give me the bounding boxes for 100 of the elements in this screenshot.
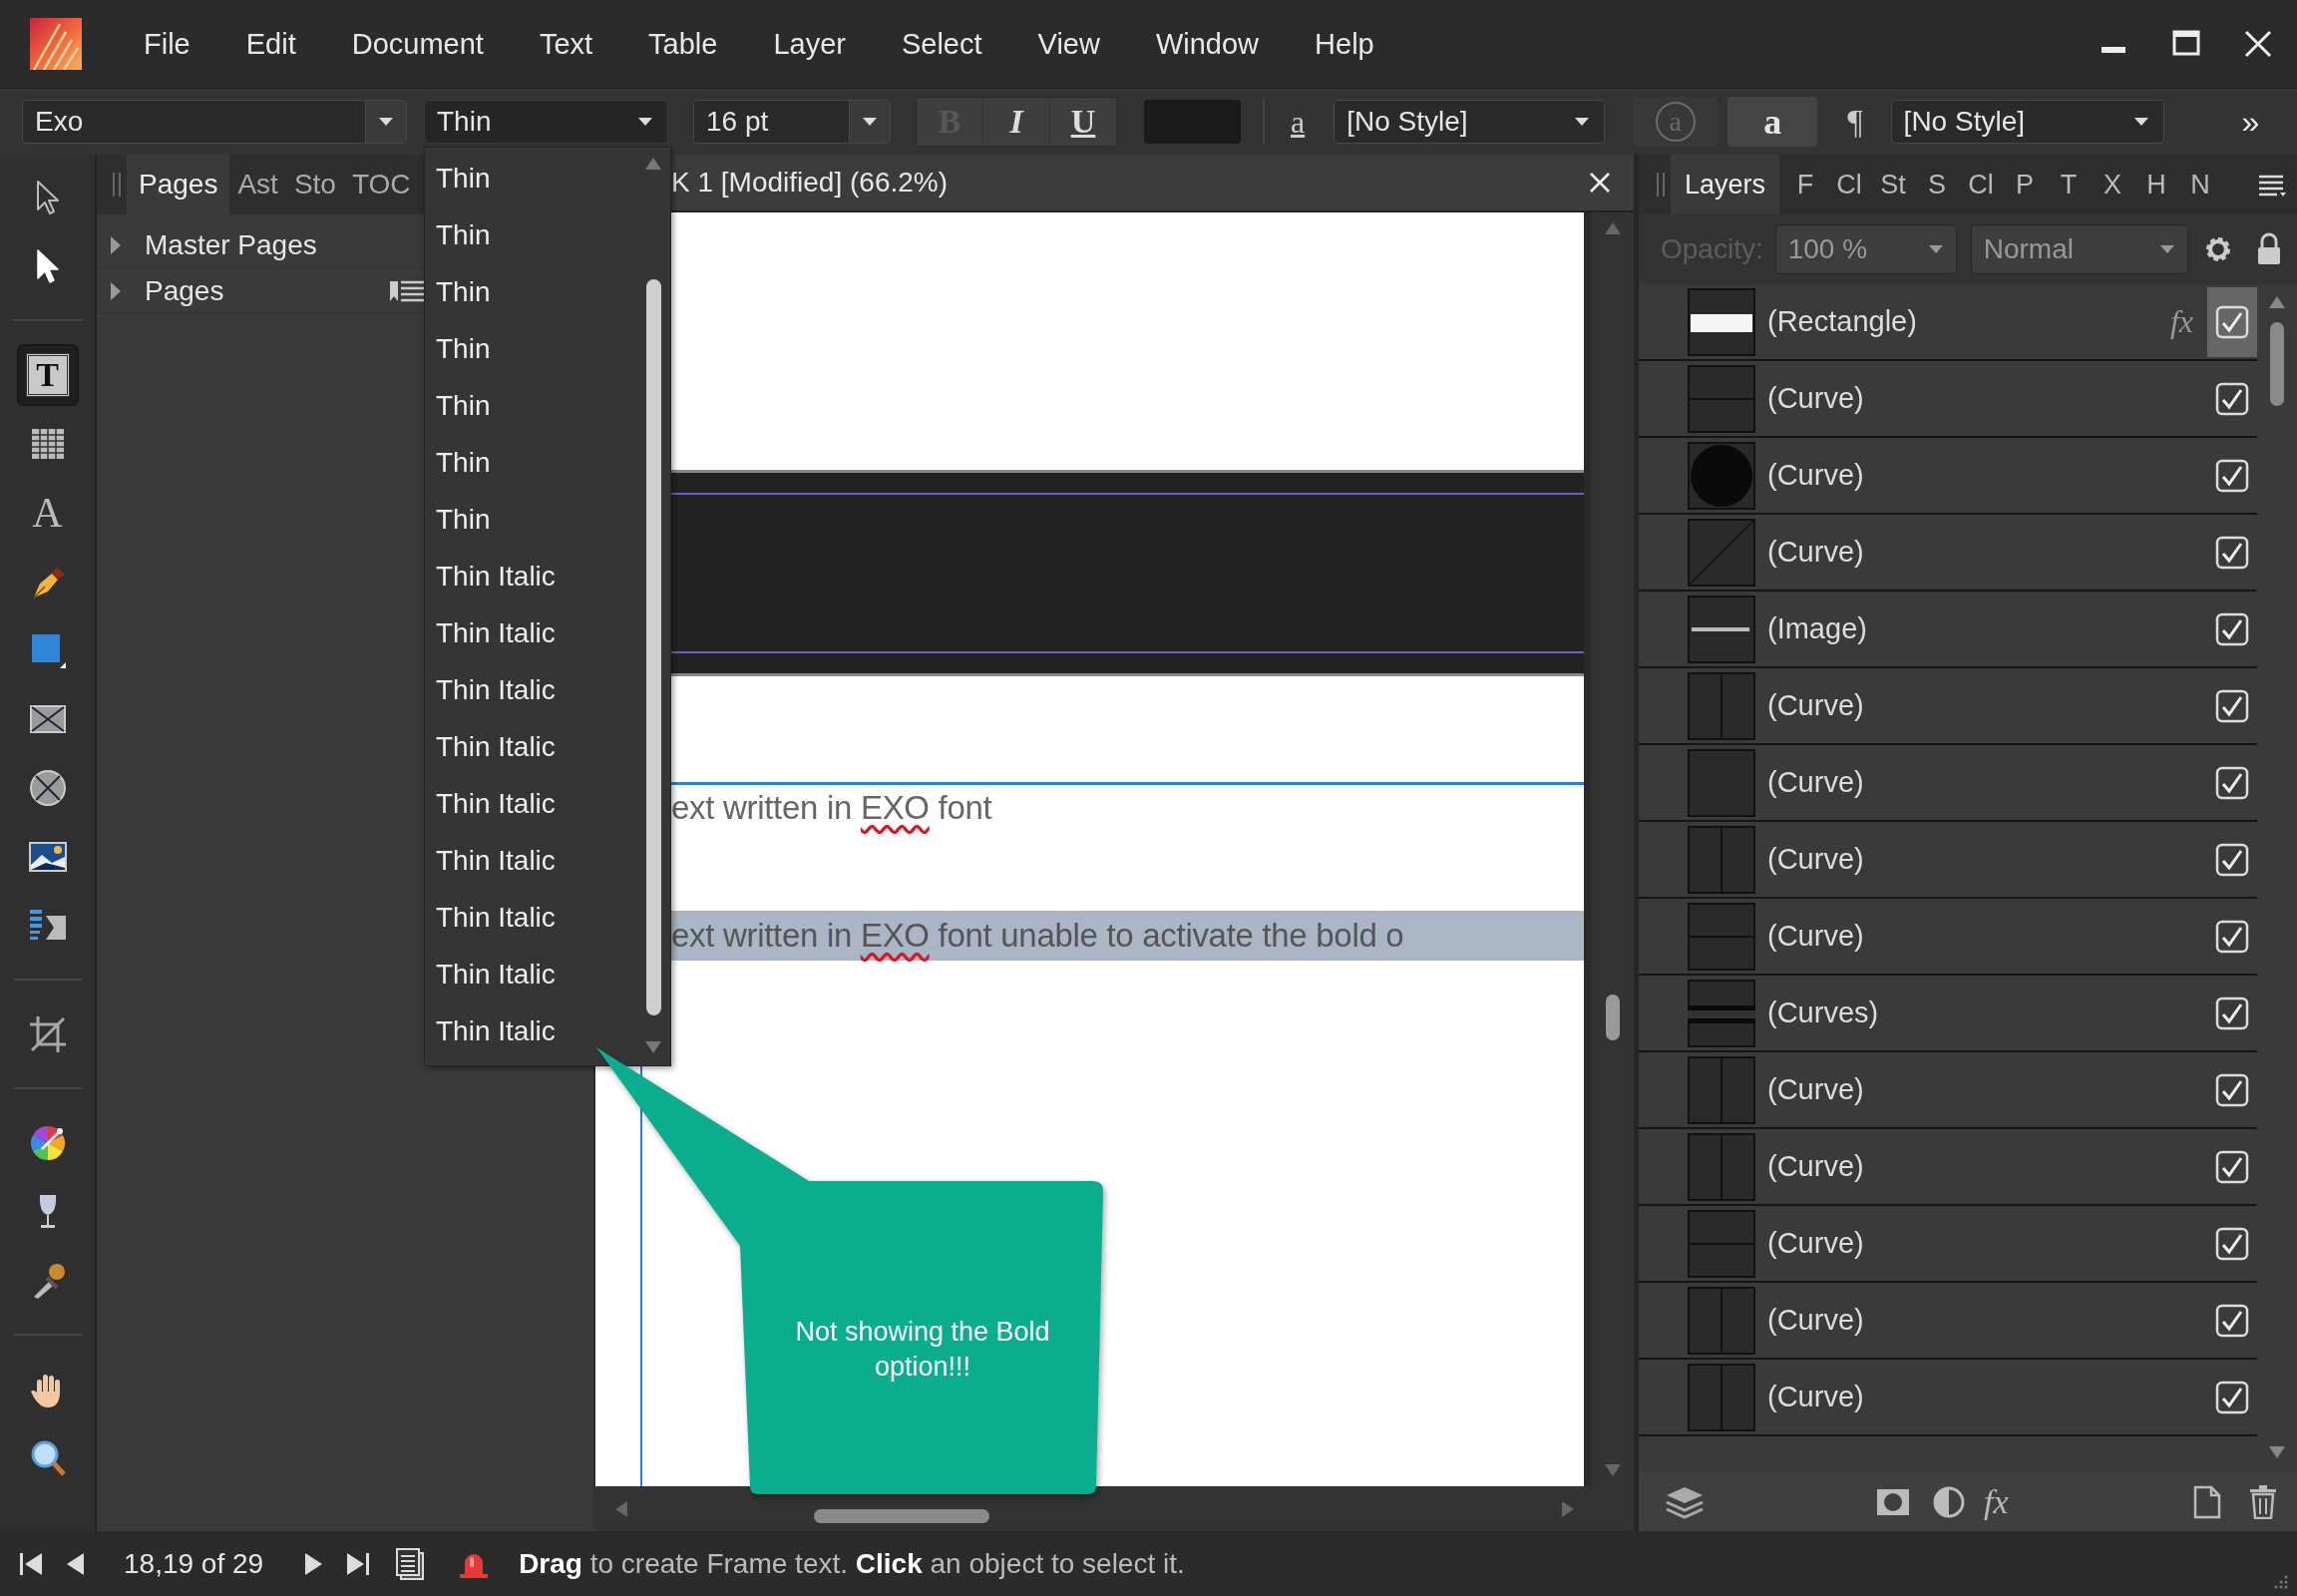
panel-tab[interactable]: Cl (1959, 155, 2004, 214)
opacity-dropdown[interactable]: 100 % (1774, 224, 1957, 274)
character-style-button[interactable]: a (1291, 103, 1306, 141)
menu-item[interactable]: Layer (773, 27, 846, 61)
visibility-checkbox[interactable] (2215, 381, 2249, 416)
panel-tab[interactable]: Pages (127, 155, 230, 214)
dropdown-option[interactable]: Thin (425, 320, 636, 377)
paragraph-style-button[interactable]: ¶ (1847, 103, 1863, 141)
scroll-up-icon[interactable] (2267, 294, 2287, 310)
effects-button[interactable]: fx (1984, 1482, 2009, 1521)
menu-item[interactable]: Help (1315, 27, 1374, 61)
frame-text-tool[interactable]: T (16, 343, 79, 406)
visibility-checkbox[interactable] (2215, 842, 2249, 877)
blend-mode-dropdown[interactable]: Normal (1970, 224, 2188, 274)
scroll-down-icon[interactable] (643, 1039, 663, 1055)
menu-item[interactable]: Text (539, 27, 593, 61)
visibility-checkbox[interactable] (2215, 765, 2249, 800)
panel-tab[interactable]: Layers (1671, 155, 1780, 214)
dropdown-option[interactable]: Thin Italic (425, 889, 636, 946)
text-color-swatch[interactable] (1144, 100, 1241, 144)
menu-item[interactable]: View (1037, 27, 1100, 61)
trash-icon[interactable] (2249, 1484, 2277, 1519)
section-label[interactable]: Master Pages (145, 228, 317, 261)
layer-name[interactable]: (Curve) (1767, 1381, 1864, 1413)
layer-name[interactable]: (Image) (1767, 612, 1867, 645)
layer-name[interactable]: (Curve) (1767, 1227, 1864, 1260)
visibility-checkbox[interactable] (2215, 1303, 2249, 1338)
visibility-checkbox[interactable] (2215, 996, 2249, 1030)
artistic-text-tool[interactable]: A (16, 481, 79, 544)
dropdown-option[interactable]: Thin Italic (425, 832, 636, 889)
font-size-field[interactable]: 16 pt (693, 100, 891, 144)
new-page-icon[interactable] (2193, 1484, 2221, 1519)
visibility-checkbox[interactable] (2215, 1380, 2249, 1414)
page-spread-icon[interactable] (395, 1546, 426, 1581)
scrollbar-thumb[interactable] (814, 1509, 989, 1523)
text-style-button[interactable]: a (1727, 97, 1818, 147)
layer-name[interactable]: (Curve) (1767, 920, 1864, 953)
menu-item[interactable]: Edit (245, 27, 296, 61)
scrollbar-thumb[interactable] (2270, 322, 2284, 406)
visibility-checkbox[interactable] (2215, 1072, 2249, 1107)
paragraph-style-dropdown[interactable]: [No Style] (1890, 100, 2164, 144)
visibility-checkbox[interactable] (2215, 1226, 2249, 1261)
character-style-dropdown[interactable]: [No Style] (1334, 100, 1606, 144)
scrollbar-thumb[interactable] (1605, 995, 1620, 1040)
dropdown-option[interactable]: Thin (425, 491, 636, 548)
menu-item[interactable]: File (144, 27, 191, 61)
layer-name[interactable]: (Curve) (1767, 689, 1864, 722)
dropdown-option[interactable]: Thin Italic (425, 718, 636, 775)
panel-tab[interactable]: Cl (1827, 155, 1872, 214)
dropdown-option[interactable]: Thin (425, 206, 636, 263)
panel-tab[interactable]: St (1871, 155, 1916, 214)
dropdown-option[interactable]: Thin (425, 150, 636, 206)
visibility-checkbox[interactable] (2215, 1149, 2249, 1184)
panel-tab[interactable]: T (2047, 155, 2092, 214)
layer-name[interactable]: (Curve) (1767, 536, 1864, 569)
panel-tab[interactable]: Ast (229, 155, 286, 214)
visibility-checkbox[interactable] (2215, 611, 2249, 646)
dropdown-option[interactable]: Thin Italic (425, 946, 636, 1002)
dropdown-option[interactable]: Thin Italic (425, 548, 636, 604)
visibility-checkbox[interactable] (2215, 535, 2249, 570)
panel-tab[interactable]: X (2091, 155, 2135, 214)
menu-item[interactable]: Window (1155, 27, 1260, 61)
visibility-checkbox[interactable] (2215, 304, 2249, 339)
panel-tab[interactable]: S (1915, 155, 1960, 214)
visibility-checkbox[interactable] (2215, 688, 2249, 723)
panel-tab[interactable]: P (2003, 155, 2048, 214)
lock-icon[interactable] (2255, 232, 2282, 266)
overflow-button[interactable]: » (2241, 103, 2260, 141)
menu-item[interactable]: Document (351, 27, 484, 61)
adjustment-icon[interactable] (1932, 1484, 1966, 1519)
last-page-icon[interactable] (345, 1550, 372, 1577)
layer-name[interactable]: (Curves) (1767, 997, 1879, 1029)
scrollbar-thumb[interactable] (645, 279, 661, 1015)
panel-tab[interactable]: N (2178, 155, 2223, 214)
font-family-field[interactable]: Exo (22, 100, 407, 144)
layer-name[interactable]: (Curve) (1767, 382, 1864, 415)
layer-name[interactable]: (Curve) (1767, 1150, 1864, 1183)
dropdown-option[interactable]: Thin Italic (425, 1002, 636, 1059)
section-label[interactable]: Pages (145, 274, 224, 307)
font-weight-field[interactable]: Thin (424, 100, 668, 144)
dropdown-option[interactable]: Thin Italic (425, 661, 636, 718)
dropdown-option[interactable]: Thin (425, 263, 636, 320)
layer-name[interactable]: (Curve) (1767, 766, 1864, 799)
panel-tab[interactable]: TOC (343, 155, 419, 214)
layer-name[interactable]: (Curve) (1767, 843, 1864, 876)
panel-tab[interactable]: Sto (285, 155, 344, 214)
dropdown-option[interactable]: Thin Italic (425, 604, 636, 661)
format-button[interactable]: U (1050, 98, 1117, 146)
menu-item[interactable]: Select (901, 27, 982, 61)
layer-name[interactable]: (Curve) (1767, 1073, 1864, 1106)
visibility-checkbox[interactable] (2215, 919, 2249, 954)
menu-item[interactable]: Table (648, 27, 718, 61)
layers-icon[interactable] (1665, 1484, 1705, 1519)
layer-name[interactable]: (Rectangle) (1767, 305, 1917, 338)
panel-tab[interactable]: F (1783, 155, 1828, 214)
first-page-icon[interactable] (18, 1550, 44, 1577)
scroll-down-icon[interactable] (2267, 1444, 2287, 1460)
layer-name[interactable]: (Curve) (1767, 1304, 1864, 1337)
panel-tab[interactable]: H (2134, 155, 2179, 214)
visibility-checkbox[interactable] (2215, 458, 2249, 493)
